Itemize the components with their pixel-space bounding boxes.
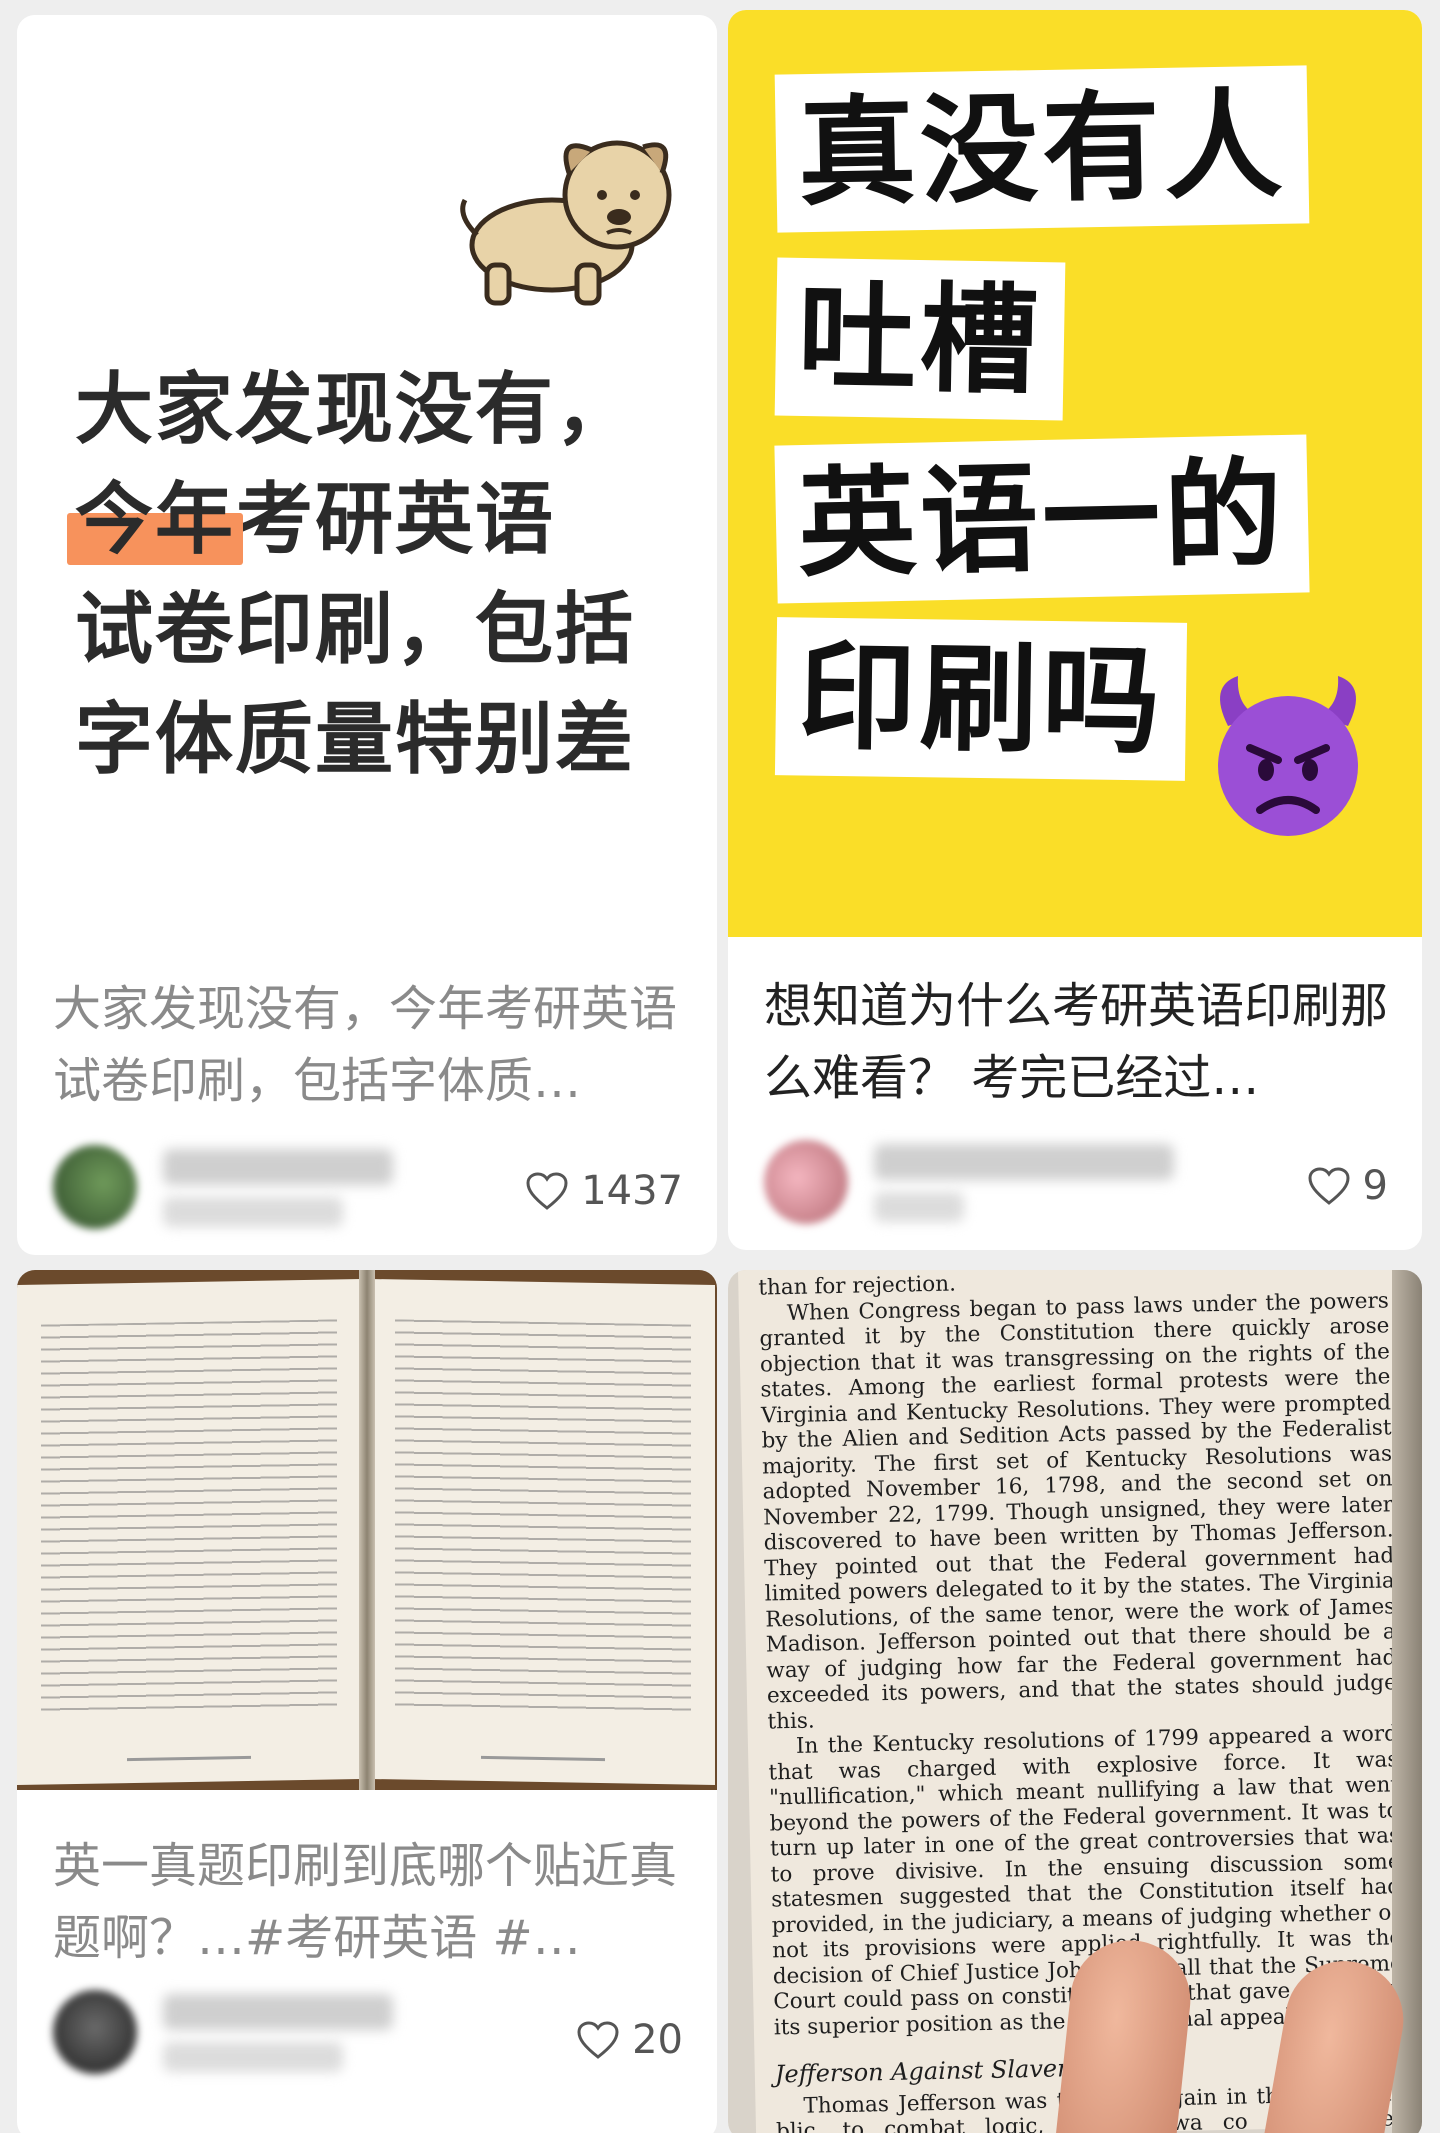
dog-sticker-icon [460, 140, 672, 306]
note-card[interactable]: 真没有人 吐槽 英语一的 印刷吗 想知道为什么考研英语印刷那么难看？ 考完已经过… [728, 10, 1422, 1250]
booklet-page-left [17, 1278, 361, 1786]
book-paragraph: When Congress began to pass laws under t… [759, 1287, 1398, 1734]
note-title[interactable]: 英一真题印刷到底哪个贴近真题啊？…#考研英语 #… [53, 1830, 687, 1974]
page-footer [127, 1755, 251, 1762]
open-exam-booklet-photo[interactable] [17, 1270, 717, 1790]
angry-devil-icon [1218, 676, 1358, 836]
note-card[interactable]: than for rejection. When Congress began … [728, 1270, 1422, 2133]
like-count: 1437 [581, 1168, 683, 1214]
author-info[interactable] [53, 1990, 473, 2080]
cover-line: 试卷印刷，包括 [75, 585, 636, 675]
like-count: 9 [1362, 1163, 1388, 1209]
note-cover[interactable]: 大家发现没有， 今年考研英语 试卷印刷，包括 字体质量特别差 [17, 15, 717, 938]
like-button[interactable]: 9 [1307, 1156, 1388, 1216]
avatar[interactable] [53, 1145, 137, 1229]
cover-line: 大家发现没有， [75, 365, 636, 455]
printed-book-page-photo[interactable]: than for rejection. When Congress began … [728, 1270, 1422, 2133]
cover-line: 今年考研英语 [66, 465, 695, 575]
cover-sticker-text: 吐槽 [774, 257, 1066, 421]
cover-line: 字体质量特别差 [75, 695, 636, 785]
note-title[interactable]: 大家发现没有，今年考研英语试卷印刷，包括字体质… [53, 973, 687, 1117]
waterfall-feed: 大家发现没有， 今年考研英语 试卷印刷，包括 字体质量特别差 大家发现没有，今年… [0, 0, 1440, 2133]
heart-icon [1308, 1167, 1350, 1205]
heart-icon [526, 1172, 568, 1210]
post-date-blurred [874, 1192, 964, 1222]
highlight-mark: 今年 [66, 465, 244, 575]
author-name-blurred [874, 1144, 1174, 1180]
like-button[interactable]: 1437 [525, 1161, 683, 1221]
author-name-blurred [163, 1994, 393, 2030]
post-date-blurred [163, 1197, 343, 1227]
highlighted-text: 今年 [75, 475, 236, 565]
printed-text-lines [41, 1319, 337, 1715]
avatar[interactable] [53, 1990, 137, 2074]
booklet-page-right [371, 1278, 715, 1786]
cover-headline: 大家发现没有， 今年考研英语 试卷印刷，包括 字体质量特别差 [66, 355, 695, 795]
avatar[interactable] [764, 1140, 848, 1224]
note-card[interactable]: 英一真题印刷到底哪个贴近真题啊？…#考研英语 #… 20 [17, 1270, 717, 2133]
like-count: 20 [632, 2017, 683, 2063]
booklet-fold [359, 1270, 375, 1790]
note-cover[interactable]: 真没有人 吐槽 英语一的 印刷吗 [728, 10, 1422, 937]
like-button[interactable]: 20 [576, 2010, 683, 2070]
page-footer [481, 1755, 605, 1762]
author-info[interactable] [53, 1145, 473, 1235]
author-info[interactable] [764, 1140, 1184, 1230]
note-card[interactable]: 大家发现没有， 今年考研英语 试卷印刷，包括 字体质量特别差 大家发现没有，今年… [17, 15, 717, 1255]
cover-sticker-text: 真没有人 [774, 65, 1310, 233]
post-date-blurred [163, 2042, 343, 2072]
note-title[interactable]: 想知道为什么考研英语印刷那么难看？ 考完已经过… [764, 970, 1392, 1114]
cover-sticker-text: 英语一的 [774, 434, 1310, 604]
author-name-blurred [163, 1149, 393, 1185]
printed-text-lines [395, 1319, 691, 1715]
cover-sticker-text: 印刷吗 [774, 617, 1188, 781]
cover-line-rest: 考研英语 [235, 475, 556, 565]
heart-icon [577, 2021, 619, 2059]
